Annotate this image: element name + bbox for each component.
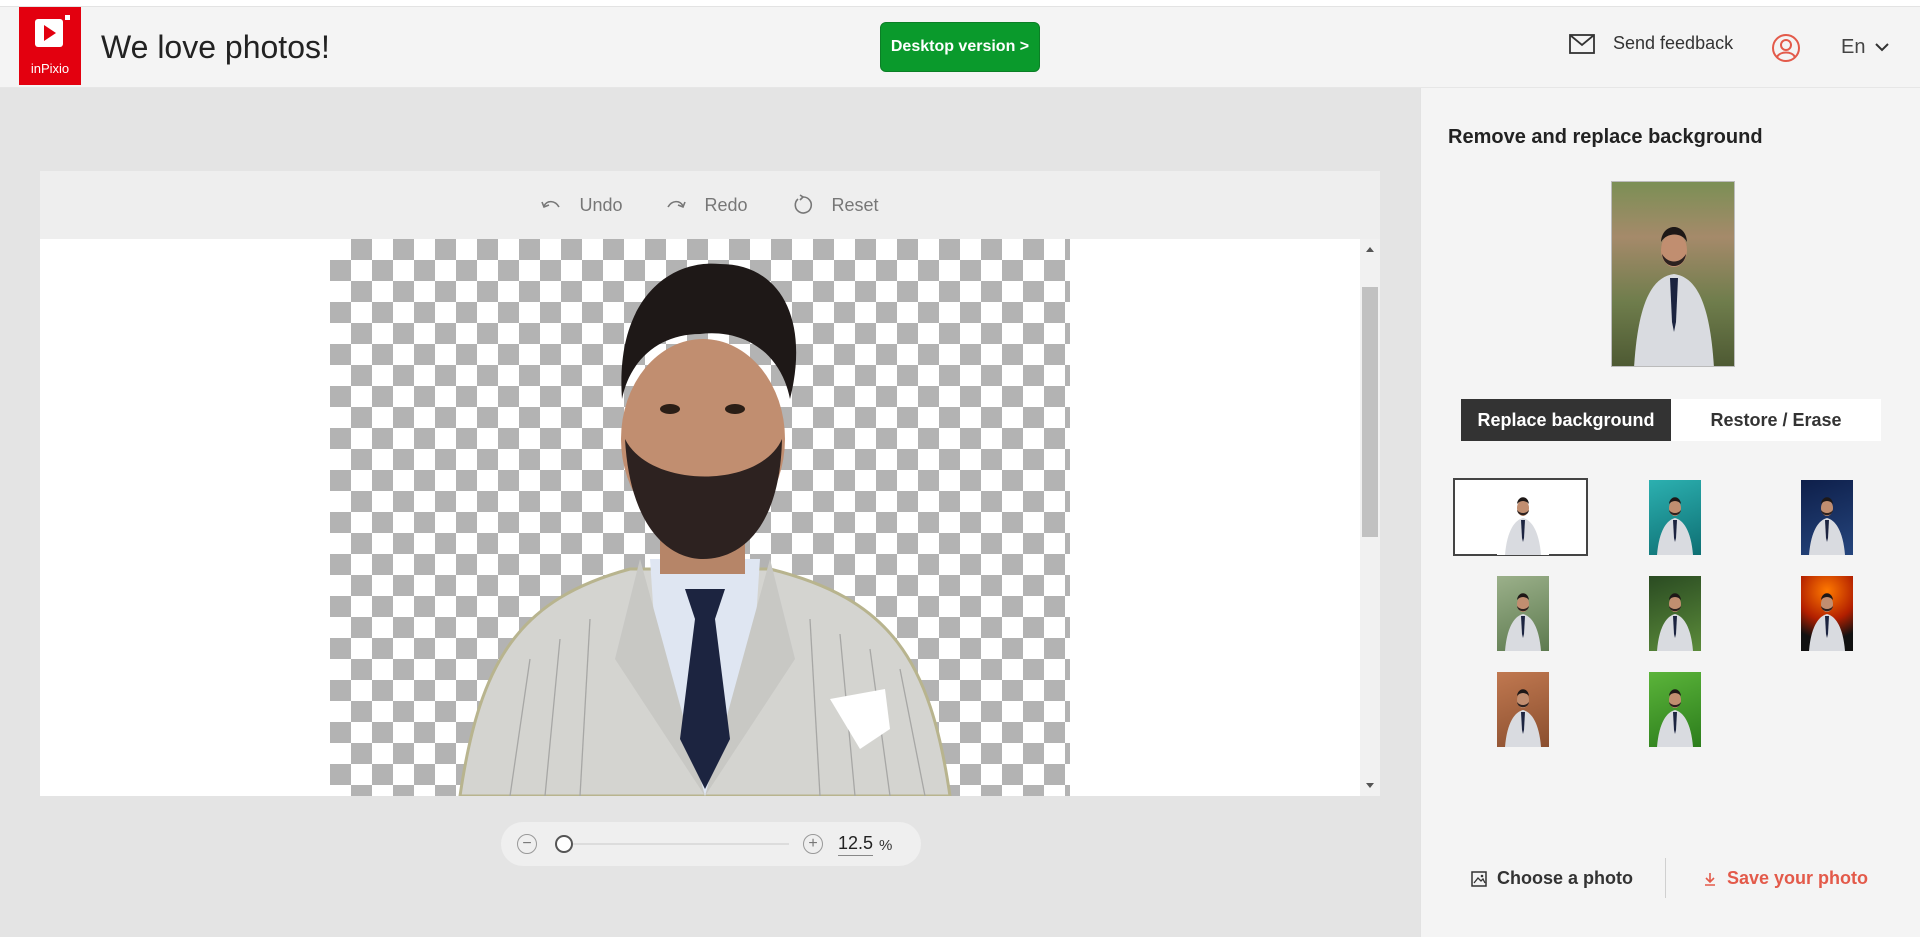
send-feedback-link[interactable]: Send feedback (1569, 33, 1733, 54)
mode-tabs: Replace background Restore / Erase (1461, 399, 1881, 441)
scroll-down-arrow-icon[interactable] (1366, 783, 1374, 788)
save-photo-label: Save your photo (1727, 868, 1869, 888)
preview-portrait (1634, 227, 1714, 366)
undo-button[interactable]: Undo (541, 195, 622, 216)
background-option-jungle[interactable] (1649, 576, 1701, 651)
redo-button[interactable]: Redo (666, 194, 748, 216)
tab-restore-erase[interactable]: Restore / Erase (1671, 399, 1881, 441)
envelope-icon (1569, 33, 1595, 54)
inpixio-logo[interactable]: inPixio (19, 7, 81, 85)
workspace: Undo Redo Reset − + 12.5 % (0, 88, 1420, 937)
app-header: inPixio We love photos! Desktop version … (0, 6, 1920, 88)
page-title: We love photos! (101, 29, 330, 65)
tab-replace-background[interactable]: Replace background (1461, 399, 1671, 441)
bottom-actions: Choose a photo Save your photo (1421, 848, 1920, 908)
actions-divider (1665, 858, 1666, 898)
image-icon (1471, 870, 1487, 887)
reset-label: Reset (831, 194, 879, 215)
reset-icon (794, 194, 812, 214)
background-option-night-sky[interactable] (1801, 480, 1853, 555)
logo-text: inPixio (30, 61, 70, 76)
scroll-thumb[interactable] (1362, 287, 1378, 537)
edit-toolbar: Undo Redo Reset (40, 171, 1380, 239)
desktop-version-button[interactable]: Desktop version > (880, 22, 1040, 72)
vertical-scrollbar[interactable] (1360, 239, 1380, 796)
send-feedback-label: Send feedback (1613, 33, 1734, 53)
background-option-garden[interactable] (1497, 576, 1549, 651)
language-selector[interactable]: En (1841, 36, 1890, 59)
transparent-background (330, 239, 1070, 796)
choose-photo-label: Choose a photo (1497, 868, 1633, 888)
play-logo-icon (35, 19, 63, 47)
editor-frame: Undo Redo Reset (40, 171, 1380, 796)
background-option-fire[interactable] (1801, 576, 1853, 651)
background-option-green-leaves[interactable] (1649, 672, 1701, 747)
zoom-in-button[interactable]: + (803, 834, 823, 854)
scroll-up-arrow-icon[interactable] (1366, 247, 1374, 252)
background-option-white[interactable] (1497, 480, 1549, 555)
download-icon (1705, 872, 1715, 886)
language-label: En (1841, 36, 1866, 58)
undo-icon (541, 200, 561, 209)
chevron-down-icon (1875, 43, 1890, 52)
original-photo-preview (1611, 181, 1735, 367)
image-canvas[interactable] (40, 239, 1360, 796)
background-panel: Remove and replace background Replace ba… (1420, 88, 1920, 937)
background-option-brick-wall[interactable] (1497, 672, 1549, 747)
zoom-unit: % (879, 837, 893, 854)
redo-icon (667, 200, 687, 209)
zoom-control: − + 12.5 % (501, 822, 921, 866)
redo-label: Redo (704, 194, 748, 215)
zoom-out-button[interactable]: − (517, 834, 537, 854)
background-option-teal[interactable] (1649, 480, 1701, 555)
user-account-icon[interactable] (1771, 33, 1801, 63)
choose-photo-button[interactable]: Choose a photo (1471, 868, 1633, 889)
save-photo-button[interactable]: Save your photo (1703, 868, 1868, 889)
reset-button[interactable]: Reset (792, 194, 879, 216)
panel-title: Remove and replace background (1448, 126, 1763, 148)
zoom-slider-handle[interactable] (555, 835, 573, 853)
undo-label: Undo (579, 194, 623, 215)
zoom-value-input[interactable]: 12.5 (838, 833, 874, 856)
zoom-slider-track[interactable] (563, 843, 789, 845)
cutout-portrait (458, 263, 952, 796)
